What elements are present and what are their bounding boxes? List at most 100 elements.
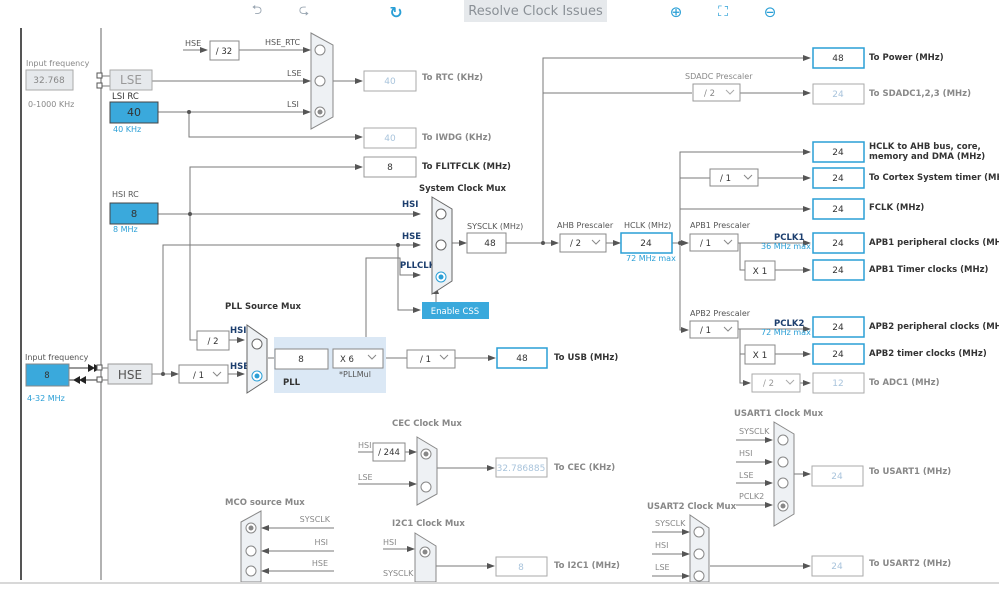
cortex-prescaler-select[interactable] xyxy=(709,168,759,187)
cec-clock-mux xyxy=(416,436,438,506)
sysmux-radio-hsi[interactable] xyxy=(435,208,447,220)
sdadc-prescaler-select[interactable] xyxy=(692,83,741,102)
usart1-input-pclk2: PCLK2 xyxy=(739,492,764,501)
fclk-output-value: 24 xyxy=(832,205,844,215)
usart2-output-label: To USART2 (MHz) xyxy=(869,559,951,569)
adc-prescaler-select[interactable] xyxy=(751,373,801,393)
sysclk-label: SYSCLK (MHz) xyxy=(467,222,523,231)
pll-source-mux-title: PLL Source Mux xyxy=(225,302,301,312)
sdadc-output-value: 24 xyxy=(832,90,844,100)
pll-mux-radio-hsi[interactable] xyxy=(251,338,263,350)
rtc-mux-radio-hse[interactable] xyxy=(314,44,326,56)
system-clock-mux-title: System Clock Mux xyxy=(419,184,507,194)
lsi-unit: 40 KHz xyxy=(113,125,141,134)
mco-mux-title: MCO source Mux xyxy=(225,498,305,508)
power-output-label: To Power (MHz) xyxy=(869,53,944,63)
sysmux-radio-selected-dot xyxy=(438,274,444,280)
flitf-output-label: To FLITFCLK (MHz) xyxy=(422,162,511,172)
rtc-mux-radio-lse[interactable] xyxy=(314,75,326,87)
ahb-prescaler-value: / 2 xyxy=(570,239,581,249)
usart2-output-value: 24 xyxy=(831,562,843,572)
hclk-ahb-output-value: 24 xyxy=(832,148,844,158)
hclk-max: 72 MHz max xyxy=(626,254,676,263)
cec-lse-label: LSE xyxy=(358,473,373,482)
flitf-output-value: 8 xyxy=(387,163,393,173)
rtc-output-value: 40 xyxy=(384,77,396,87)
apb1-prescaler-select[interactable] xyxy=(689,233,739,252)
sysmux-radio-hse[interactable] xyxy=(435,239,447,251)
adc-output-label: To ADC1 (MHz) xyxy=(869,378,940,388)
usb-prescaler-select[interactable] xyxy=(406,349,456,369)
apb1-prescaler-value: / 1 xyxy=(700,239,711,249)
sysclk-value: 48 xyxy=(484,239,496,249)
sdadc-output-label: To SDADC1,2,3 (MHz) xyxy=(869,89,971,99)
hse-input-label: Input frequency xyxy=(25,353,89,362)
cec-mux-title: CEC Clock Mux xyxy=(392,419,462,429)
rtc-lse-label: LSE xyxy=(287,69,302,78)
hsi-unit: 8 MHz xyxy=(113,225,138,234)
lse-input-label: Input frequency xyxy=(26,59,90,68)
usart2-mux-title: USART2 Clock Mux xyxy=(647,502,737,512)
hclk-value: 24 xyxy=(640,239,652,249)
apb2-prescaler-value: / 1 xyxy=(700,326,711,336)
apb2-timer-output-value: 24 xyxy=(832,350,844,360)
usart1-radio-lse[interactable] xyxy=(777,477,789,489)
apb1-periph-output-value: 24 xyxy=(832,239,844,249)
apb1-prescaler-title: APB1 Prescaler xyxy=(690,221,751,230)
cortex-prescaler-value: / 1 xyxy=(720,174,731,184)
usart2-radio-lse[interactable] xyxy=(693,570,705,582)
mco-input-sysclk: SYSCLK xyxy=(300,515,331,524)
rtc-hse-label: HSE xyxy=(185,39,201,48)
apb1-timer-mul-value: X 1 xyxy=(753,267,768,277)
rtc-div-value: / 32 xyxy=(216,47,232,57)
usart2-radio-sysclk[interactable] xyxy=(693,526,705,538)
apb2-prescaler-title: APB2 Prescaler xyxy=(690,309,751,318)
hclk-label: HCLK (MHz) xyxy=(624,221,671,230)
lse-block-label: LSE xyxy=(120,73,142,87)
clock-tree-diagram: Input frequency 32.768 0-1000 KHz LSE LS… xyxy=(20,28,999,583)
usart1-radio-sysclk[interactable] xyxy=(777,434,789,446)
pll-mux-hse-label: HSE xyxy=(230,362,249,372)
mco-radio-hse[interactable] xyxy=(245,565,257,577)
hclk-ahb-output-label-2: memory and DMA (MHz) xyxy=(869,152,985,162)
hsi-label: HSI RC xyxy=(112,190,139,199)
ahb-prescaler-select[interactable] xyxy=(559,233,607,253)
rtc-output-label: To RTC (KHz) xyxy=(422,73,483,83)
usart1-input-lse: LSE xyxy=(739,471,754,480)
iwdg-output-value: 40 xyxy=(384,134,396,144)
mco-radio-hsi[interactable] xyxy=(245,545,257,557)
fclk-output-label: FCLK (MHz) xyxy=(869,203,924,213)
apb2-timer-output-label: APB2 timer clocks (MHz) xyxy=(869,349,987,359)
cortex-output-label: To Cortex System timer (MHz) xyxy=(869,173,999,183)
usart1-output-label: To USART1 (MHz) xyxy=(869,467,951,477)
usart1-radio-selected-dot xyxy=(780,503,786,509)
apb2-timer-mul-value: X 1 xyxy=(753,351,768,361)
usart2-radio-hsi[interactable] xyxy=(693,548,705,560)
mco-input-hse: HSE xyxy=(312,559,328,568)
i2c1-mux-title: I2C1 Clock Mux xyxy=(392,519,465,529)
usart1-input-sysclk: SYSCLK xyxy=(739,427,770,436)
pll-hse-div-value: / 1 xyxy=(193,371,204,381)
enable-css-label: Enable CSS xyxy=(431,307,479,317)
usart1-radio-hsi[interactable] xyxy=(777,456,789,468)
apb2-periph-output-value: 24 xyxy=(832,323,844,333)
usb-output-label: To USB (MHz) xyxy=(554,353,618,363)
usart2-input-sysclk: SYSCLK xyxy=(655,519,686,528)
apb2-prescaler-select[interactable] xyxy=(689,320,739,339)
cec-mux-radio-lse[interactable] xyxy=(420,481,432,493)
hse-io-arrows xyxy=(69,72,108,384)
cec-div-value: / 244 xyxy=(378,448,400,458)
apb1-timer-output-label: APB1 Timer clocks (MHz) xyxy=(869,265,989,275)
hse-input-value: 8 xyxy=(44,371,49,381)
pll-mul-label: *PLLMul xyxy=(339,370,371,379)
sdadc-prescaler-title: SDADC Prescaler xyxy=(685,72,753,81)
lse-input-value: 32.768 xyxy=(33,76,65,86)
i2c1-mux-radio-selected-dot xyxy=(422,549,428,555)
horizontal-scrollbar-track[interactable] xyxy=(0,582,999,584)
hclk-ahb-output-label-1: HCLK to AHB bus, core, xyxy=(869,142,981,152)
iwdg-output-label: To IWDG (KHz) xyxy=(422,133,492,143)
lsi-label: LSI RC xyxy=(112,92,139,102)
i2c1-output-value: 8 xyxy=(518,563,524,573)
i2c1-output-label: To I2C1 (MHz) xyxy=(554,561,620,571)
pll-source-mux xyxy=(246,324,268,394)
